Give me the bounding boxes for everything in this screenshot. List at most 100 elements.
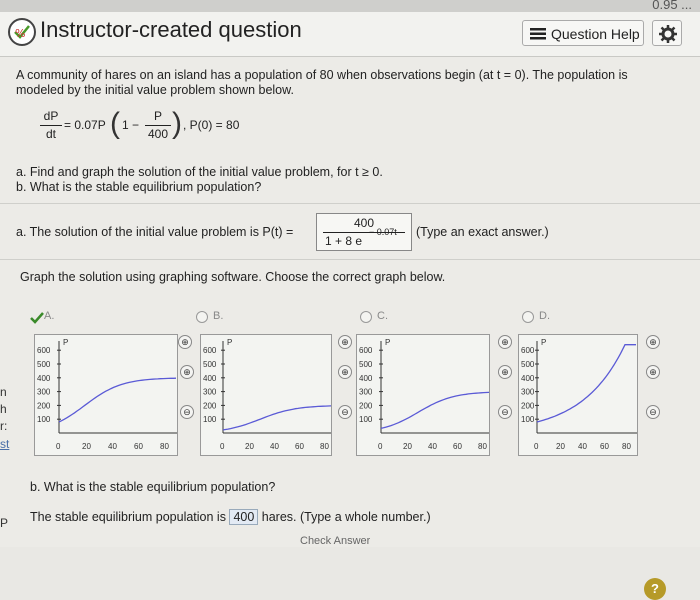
solution-curve [536, 344, 636, 423]
svg-text:%: % [15, 27, 25, 40]
answer-a-input[interactable]: 400 1 + 8 e − 0.07t [316, 213, 412, 251]
x-tick-label: 80 [160, 442, 169, 451]
y-tick-label: 400 [521, 374, 535, 383]
x-tick-label: 60 [295, 442, 304, 451]
y-tick-label: 200 [37, 401, 51, 410]
y-axis-label: P [227, 338, 232, 347]
eq-one-minus: 1 − [122, 118, 140, 132]
problem-text-line2: modeled by the initial value problem sho… [16, 83, 294, 97]
x-tick-label: 40 [270, 442, 279, 451]
answer-b-input[interactable]: 400 [229, 509, 259, 525]
answer-b-suffix: hares. (Type a whole number.) [261, 510, 431, 524]
help-button[interactable]: ? [644, 578, 666, 600]
x-tick-label: 60 [134, 442, 143, 451]
y-axis-label: P [63, 338, 68, 347]
answer-exponent: − 0.07t [369, 227, 397, 237]
zoom-out-icon[interactable]: ⊖ [498, 405, 512, 419]
y-axis-label: P [385, 338, 390, 347]
y-tick-label: 100 [521, 415, 535, 424]
divider [0, 259, 700, 260]
x-tick-label: 40 [428, 442, 437, 451]
zoom-out-icon[interactable]: ⊖ [338, 405, 352, 419]
option-b-label: B. [213, 310, 224, 322]
sidebar-fragment: n [0, 385, 7, 399]
y-tick-label: 400 [359, 374, 373, 383]
option-a-label: A. [44, 310, 55, 322]
zoom-icon[interactable]: ⊕ [646, 335, 660, 349]
x-tick-label: 40 [578, 442, 587, 451]
x-tick-label: 0 [56, 442, 61, 451]
y-tick-label: 600 [359, 346, 373, 355]
checkmark-icon [30, 312, 44, 324]
y-tick-label: 500 [521, 360, 535, 369]
sidebar-link[interactable]: st [0, 437, 9, 451]
zoom-icon[interactable]: ⊕ [338, 365, 352, 379]
graph-option-d[interactable]: Pt600500400300200100020406080 [518, 334, 647, 456]
zoom-out-icon[interactable]: ⊖ [180, 405, 194, 419]
option-c-radio[interactable] [360, 311, 372, 323]
option-b-radio[interactable] [196, 311, 208, 323]
y-tick-label: 300 [521, 388, 535, 397]
answer-denominator: 1 + 8 e [325, 234, 363, 248]
page-title: Instructor-created question [40, 17, 302, 42]
graph-a-plot: Pt600500400300200100020406080 [37, 338, 189, 451]
zoom-icon[interactable]: ⊕ [338, 335, 352, 349]
zoom-icon[interactable]: ⊕ [498, 335, 512, 349]
option-d-label: D. [539, 310, 550, 322]
graph-d-plot: Pt600500400300200100020406080 [521, 338, 647, 451]
y-tick-label: 200 [521, 401, 535, 410]
y-tick-label: 100 [203, 415, 217, 424]
eq-left-paren: ( [110, 107, 120, 140]
question-content: n h r: st P A community of hares on an i… [0, 57, 700, 600]
top-strip: 0.95 ... [0, 0, 700, 12]
solution-curve [58, 377, 177, 423]
sidebar-fragment: r: [0, 419, 8, 433]
x-tick-label: 0 [220, 442, 225, 451]
zoom-icon[interactable]: ⊕ [180, 365, 194, 379]
answer-a-hint: (Type an exact answer.) [416, 225, 549, 239]
answer-b-label: b. What is the stable equilibrium popula… [30, 480, 276, 494]
check-answer-button[interactable]: Check Answer [300, 535, 370, 545]
percent-check-icon: % [8, 18, 36, 46]
y-axis-label: P [541, 338, 546, 347]
eq-p-numerator: P [153, 109, 162, 123]
x-tick-label: 60 [453, 442, 462, 451]
eq-dp: dP [43, 109, 59, 123]
eq-p-denominator: 400 [147, 127, 169, 141]
solution-curve [380, 391, 494, 430]
settings-button[interactable] [652, 20, 682, 46]
graph-option-a[interactable]: Pt600500400300200100020406080 [34, 334, 189, 456]
zoom-icon[interactable]: ⊕ [498, 365, 512, 379]
y-tick-label: 300 [359, 388, 373, 397]
eq-fraction-bar [145, 125, 171, 126]
x-tick-label: 0 [534, 442, 539, 451]
y-tick-label: 500 [359, 360, 373, 369]
list-icon [530, 28, 546, 40]
x-tick-label: 60 [600, 442, 609, 451]
eq-rate: = 0.07P [64, 118, 106, 132]
graph-option-c[interactable]: Pt600500400300200100020406080 [356, 334, 506, 456]
answer-b-prefix: The stable equilibrium population is [30, 510, 226, 524]
sidebar-fragment: P [0, 516, 9, 530]
x-tick-label: 20 [82, 442, 91, 451]
graph-option-b[interactable]: Pt600500400300200100020406080 [200, 334, 348, 456]
y-tick-label: 500 [37, 360, 51, 369]
zoom-icon[interactable]: ⊕ [178, 335, 192, 349]
question-header: % Instructor-created question Question H… [0, 12, 700, 57]
option-d-radio[interactable] [522, 311, 534, 323]
zoom-icon[interactable]: ⊕ [646, 365, 660, 379]
graph-b-plot: Pt600500400300200100020406080 [203, 338, 348, 451]
y-tick-label: 500 [203, 360, 217, 369]
y-tick-label: 200 [203, 401, 217, 410]
eq-fraction-bar [40, 125, 62, 126]
x-tick-label: 80 [622, 442, 631, 451]
y-tick-label: 100 [359, 415, 373, 424]
solution-curve [222, 405, 336, 431]
x-tick-label: 80 [320, 442, 329, 451]
x-tick-label: 80 [478, 442, 487, 451]
question-help-button[interactable]: Question Help [522, 20, 644, 46]
question-help-label: Question Help [551, 26, 640, 42]
x-tick-label: 20 [556, 442, 565, 451]
zoom-out-icon[interactable]: ⊖ [646, 405, 660, 419]
problem-text-line1: A community of hares on an island has a … [16, 68, 628, 82]
